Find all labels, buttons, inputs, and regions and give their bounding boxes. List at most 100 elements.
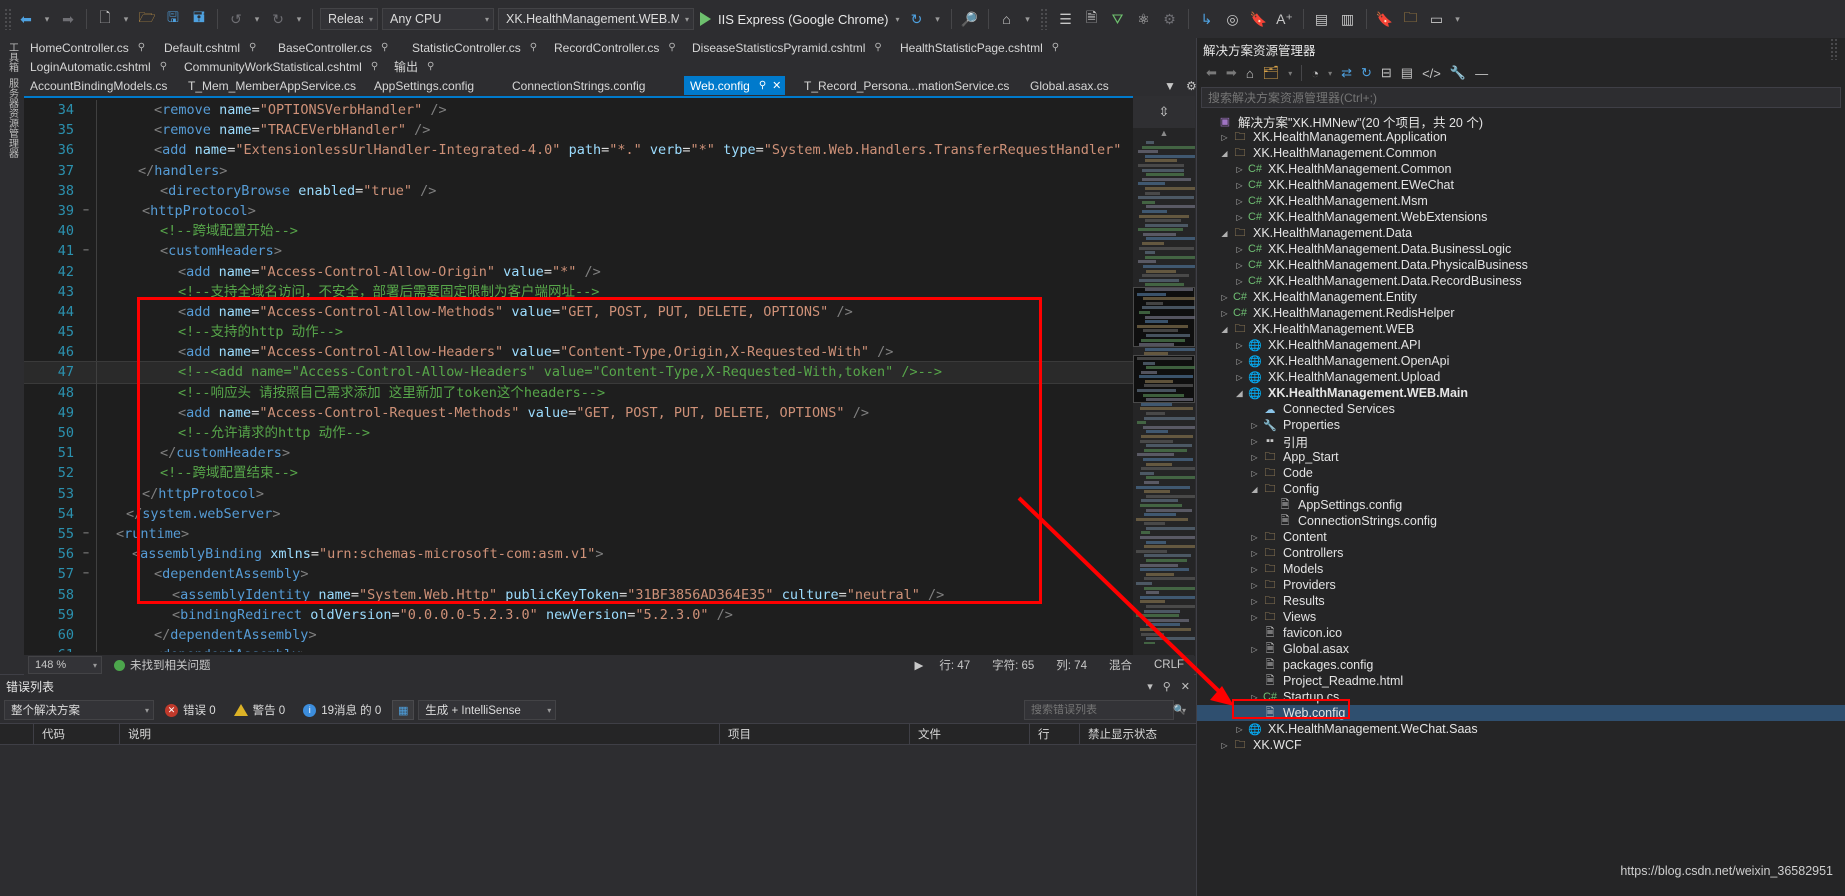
close-icon[interactable]: ✕ [1181,680,1190,693]
tree-item[interactable]: ▷ ▪▪ 引用 [1197,433,1845,450]
pin-icon[interactable]: ⚲ [381,42,388,53]
code-line[interactable]: 35 <remove name="TRACEVerbHandler" /> [24,120,1134,141]
save-icon[interactable]: 🖫 [160,6,186,32]
expander-icon[interactable]: ▷ [1233,245,1246,254]
code-line[interactable]: 45 <!--支持的http 动作--> [24,322,1134,343]
expander-icon[interactable]: ▷ [1233,197,1246,206]
pin-icon[interactable]: ⚲ [759,80,766,91]
collapse-glyph-icon[interactable]: − [80,241,92,261]
editor-minimap[interactable]: ⇳ ▲ [1133,96,1195,656]
code-line[interactable]: 54 </system.webServer> [24,503,1134,524]
tree-item[interactable]: ▷ 🗀 Models [1197,561,1845,577]
collapse-all-icon[interactable]: ⊟ [1378,65,1395,81]
expander-icon[interactable]: ▷ [1248,597,1261,606]
expander-icon[interactable]: ▷ [1248,613,1261,622]
code-line[interactable]: 48 <!--响应头 请按照自己需求添加 这里新加了token这个headers-… [24,382,1134,403]
code-line[interactable]: 49 <add name="Access-Control-Request-Meth… [24,402,1134,423]
refresh-icon[interactable]: ↻ [1358,65,1375,81]
build-filter-toggle-icon[interactable]: ▦ [392,700,415,720]
expander-icon[interactable]: ▷ [1248,645,1261,654]
code-line[interactable]: 53 </httpProtocol> [24,483,1134,504]
tree-item[interactable]: ▷ 🗀 Results [1197,593,1845,609]
messages-filter-button[interactable]: i 19消息 的 0 [296,700,388,720]
expander-icon[interactable]: ▷ [1248,581,1261,590]
properties-icon[interactable]: ▤ [1398,65,1416,81]
error-search-box[interactable]: 🔍 [1023,700,1185,720]
tree-item[interactable]: ▷ 🌐 XK.HealthManagement.API [1197,337,1845,353]
code-line[interactable]: 47 <!--<add name="Access-Control-Allow-He… [24,361,1134,384]
code-line[interactable]: 51 </customHeaders> [24,443,1134,464]
tree-item[interactable]: ▷ 🗀 Code [1197,465,1845,481]
tab-t-mem-memberappservice[interactable]: T_Mem_MemberAppService.cs [188,76,356,95]
home-page-dropdown-icon[interactable]: ▾ [1020,6,1036,32]
code-line[interactable]: 58 <assemblyIdentity name="System.Web.Htt… [24,584,1134,605]
warnings-filter-button[interactable]: 警告 0 [227,700,293,720]
tree-item[interactable]: ▷ C# XK.HealthManagement.Data.RecordBusine… [1197,273,1845,289]
navigate-forward-icon[interactable]: ➡ [55,6,81,32]
object-browser-icon[interactable]: ⚛ [1131,6,1157,32]
code-line[interactable]: 61− <dependentAssembly> [24,645,1134,652]
pin-icon[interactable]: ⚲ [138,42,145,53]
code-line[interactable]: 37 </handlers> [24,160,1134,181]
tree-item[interactable]: ◢ 🗀 XK.HealthManagement.Common [1197,145,1845,161]
tree-item[interactable]: ▷ 🗀 Controllers [1197,545,1845,561]
column-header-severity[interactable] [0,723,34,745]
tree-item[interactable]: ▷ C# XK.HealthManagement.Data.BusinessLogi… [1197,241,1845,257]
chevron-down-icon-2[interactable]: ▾ [1325,69,1335,78]
code-line[interactable]: 52 <!--跨域配置结束--> [24,463,1134,484]
tree-item[interactable]: ▷ C# XK.HealthManagement.Msm [1197,193,1845,209]
error-scope-combo[interactable]: 整个解决方案 ▾ [4,700,154,720]
start-debugging-button[interactable]: IIS Express (Google Chrome) ▾ [696,6,904,32]
properties-window-icon[interactable]: 🗎 [1079,6,1105,32]
navigate-back-dropdown-icon[interactable]: ▾ [39,6,55,32]
expander-icon[interactable]: ▷ [1218,133,1231,142]
solution-explorer-search-box[interactable] [1201,87,1841,108]
expander-icon[interactable]: ▷ [1233,341,1246,350]
home-page-icon[interactable]: ⌂ [994,6,1020,32]
expander-icon[interactable]: ◢ [1218,149,1231,158]
back-icon[interactable]: ⬅ [1203,65,1220,81]
expander-icon[interactable]: ▷ [1248,453,1261,462]
code-line[interactable]: 34 <remove name="OPTIONSVerbHandler" /> [24,100,1134,121]
vertical-tab-toolbox[interactable]: 工具箱 [5,42,20,72]
tree-item-selected[interactable]: 🗎 Web.config [1197,705,1845,721]
tree-item[interactable]: ▷ 🗀 Content [1197,529,1845,545]
tree-item[interactable]: ◢ 🗀 Config [1197,481,1845,497]
tab-web-config-active[interactable]: Web.config ⚲ ✕ [684,76,786,95]
tree-item[interactable]: 🗎 ConnectionStrings.config [1197,513,1845,529]
expander-icon[interactable]: ▷ [1218,293,1231,302]
expander-icon[interactable]: ▷ [1233,181,1246,190]
tree-item[interactable]: 🗎 AppSettings.config [1197,497,1845,513]
tab-appsettings-config[interactable]: AppSettings.config [374,76,474,95]
code-line[interactable]: 42 <add name="Access-Control-Allow-Origin… [24,261,1134,282]
toolbar-overflow-icon[interactable]: ▾ [1450,6,1466,32]
undo-dropdown-icon[interactable]: ▾ [249,6,265,32]
refresh-icon[interactable]: ↻ [904,6,930,32]
tree-item[interactable]: ▷ C# XK.HealthManagement.Data.PhysicalBusi… [1197,257,1845,273]
pending-changes-icon[interactable]: 🗂 [1260,65,1283,81]
pin-icon[interactable]: ⚲ [530,42,537,53]
errors-filter-button[interactable]: ✕ 错误 0 [158,700,223,720]
tree-item[interactable]: ▷ C# XK.HealthManagement.Common [1197,161,1845,177]
toolbox-options-icon[interactable]: ▭ [1424,6,1450,32]
tab-overflow-icon[interactable]: ▼ [1164,76,1176,95]
expander-icon[interactable]: ◢ [1248,485,1261,494]
minimap-splitter-icon[interactable]: ⇳ [1133,96,1195,128]
expander-icon[interactable]: ▷ [1233,373,1246,382]
next-issue-icon[interactable]: ▶ [915,658,924,672]
expander-icon[interactable]: ◢ [1218,325,1231,334]
sync-icon[interactable]: ⇄ [1338,65,1355,81]
tree-item[interactable]: ▷ 🗀 Views [1197,609,1845,625]
code-line[interactable]: 50 <!--允许请求的http 动作--> [24,423,1134,444]
wrench-icon[interactable]: 🔧 [1447,65,1469,81]
collapse-glyph-icon[interactable]: − [80,524,92,544]
tab-accountbindingmodels[interactable]: AccountBindingModels.cs [30,76,167,95]
tab-global-asax[interactable]: Global.asax.cs [1030,76,1109,95]
tree-item[interactable]: ▷ 🗀 XK.WCF [1197,737,1845,753]
expander-icon[interactable]: ▷ [1233,725,1246,734]
error-search-input[interactable] [1030,704,1173,716]
code-view-icon[interactable]: </> [1419,66,1444,81]
tab-basecontroller[interactable]: BaseController.cs ⚲ [278,38,388,57]
solution-tree[interactable]: ▣ 解决方案"XK.HMNew"(20 个项目，共 20 个) ▷ 🗀 XK.Healt… [1197,110,1845,896]
tree-item[interactable]: ▣ 解决方案"XK.HMNew"(20 个项目，共 20 个) [1197,113,1845,130]
